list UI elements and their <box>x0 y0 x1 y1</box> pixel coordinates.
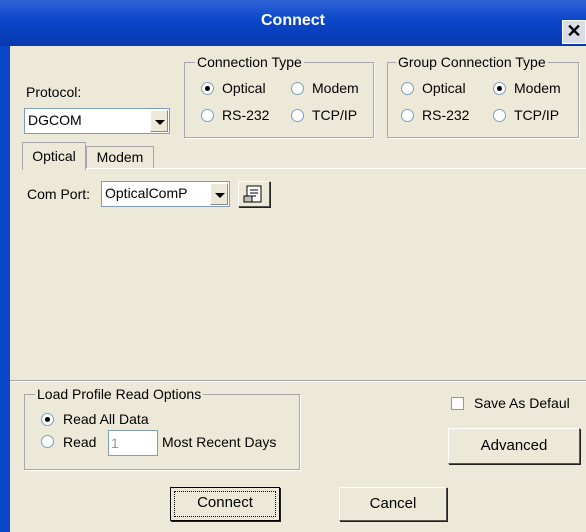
connection-optical-radio[interactable] <box>201 82 214 95</box>
read-label: Read <box>63 434 97 450</box>
recent-days-input[interactable]: 1 <box>108 430 158 456</box>
group-rs232-label: RS-232 <box>422 107 470 123</box>
read-all-data-label: Read All Data <box>63 411 149 427</box>
group-tcpip-radio[interactable] <box>493 109 506 122</box>
tab-modem[interactable]: Modem <box>86 146 154 168</box>
com-port-label: Com Port: <box>27 186 91 202</box>
group-tcpip-label: TCP/IP <box>514 107 560 123</box>
read-recent-radio[interactable] <box>41 435 54 448</box>
close-icon: ✕ <box>566 21 582 41</box>
connection-rs232-radio[interactable] <box>201 109 214 122</box>
save-as-default-label: Save As Defaul <box>474 395 570 411</box>
window-left-border <box>0 46 10 532</box>
group-modem-radio[interactable] <box>493 82 506 95</box>
load-profile-legend: Load Profile Read Options <box>35 386 204 402</box>
chevron-down-icon[interactable] <box>150 110 168 132</box>
connect-button[interactable]: Connect <box>170 487 280 521</box>
protocol-label: Protocol: <box>26 84 82 100</box>
group-optical-label: Optical <box>422 80 466 96</box>
connection-modem-label: Modem <box>312 80 359 96</box>
tab-panel-top-edge <box>86 168 586 169</box>
properties-button[interactable] <box>238 181 270 207</box>
close-button[interactable]: ✕ <box>562 20 586 44</box>
connection-tcpip-label: TCP/IP <box>312 107 358 123</box>
tab-optical-label: Optical <box>32 148 76 164</box>
group-modem-label: Modem <box>514 80 561 96</box>
group-rs232-radio[interactable] <box>401 109 414 122</box>
properties-icon <box>243 185 262 203</box>
connection-type-group: Connection Type <box>184 54 374 138</box>
connection-rs232-label: RS-232 <box>222 107 270 123</box>
title-bar: Connect ✕ <box>0 0 586 46</box>
protocol-value: DGCOM <box>28 112 82 128</box>
tab-optical[interactable]: Optical <box>22 142 86 170</box>
connection-tcpip-radio[interactable] <box>291 109 304 122</box>
chevron-down-icon[interactable] <box>210 183 228 205</box>
advanced-button[interactable]: Advanced <box>448 428 580 464</box>
connection-type-legend: Connection Type <box>195 54 304 70</box>
load-profile-group: Load Profile Read Options <box>24 386 300 470</box>
connection-optical-label: Optical <box>222 80 266 96</box>
section-divider <box>10 380 586 382</box>
protocol-dropdown[interactable]: DGCOM <box>24 108 170 134</box>
save-as-default-checkbox[interactable] <box>451 397 464 410</box>
com-port-value: OpticalComP <box>105 185 188 201</box>
com-port-dropdown[interactable]: OpticalComP <box>101 181 230 207</box>
tab-modem-label: Modem <box>96 149 144 165</box>
recent-days-label: Most Recent Days <box>162 434 277 450</box>
group-optical-radio[interactable] <box>401 82 414 95</box>
group-connection-type-group: Group Connection Type <box>387 54 579 138</box>
group-connection-type-legend: Group Connection Type <box>396 54 548 70</box>
read-all-data-radio[interactable] <box>41 413 54 426</box>
cancel-button[interactable]: Cancel <box>339 487 447 521</box>
window-title: Connect <box>261 12 325 29</box>
connection-modem-radio[interactable] <box>291 82 304 95</box>
